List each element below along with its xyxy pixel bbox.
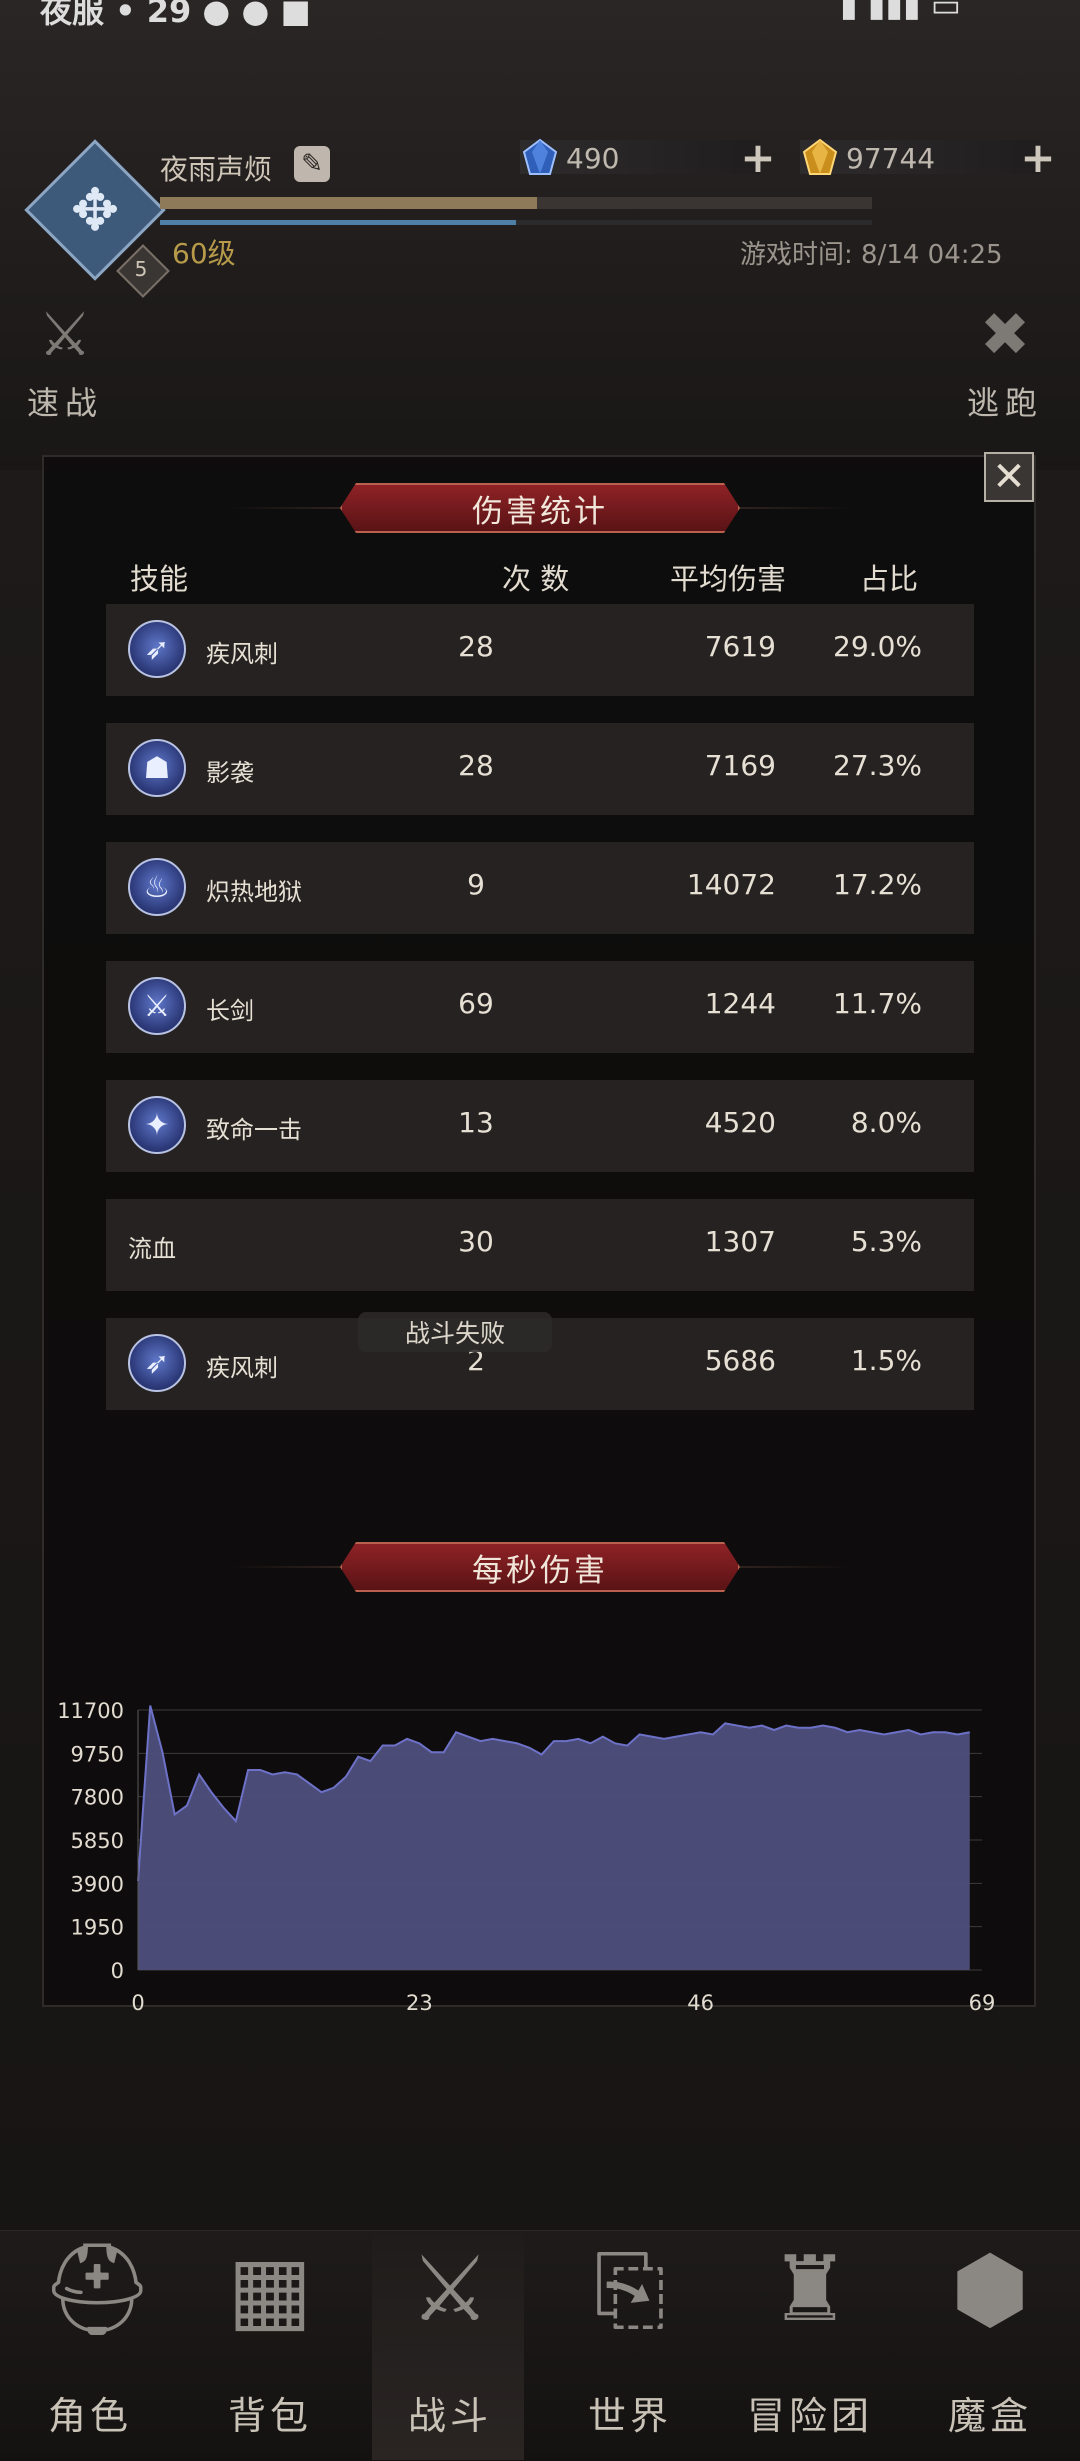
mp-bar: [160, 220, 872, 225]
y-tick-label: 9750: [71, 1742, 124, 1766]
add-gold-button[interactable]: +: [1018, 137, 1058, 179]
cross-icon: ✖: [979, 300, 1031, 370]
y-tick-label: 3900: [71, 1872, 124, 1896]
skill-row[interactable]: ♨ 炽热地狱 9 14072 17.2%: [106, 842, 974, 934]
nav-label: 冒险团: [746, 2394, 873, 2438]
diamond-amount: 490: [566, 142, 620, 175]
x-tick-label: 0: [131, 1991, 144, 2015]
x-tick-label: 46: [687, 1991, 714, 2015]
player-level: 60级: [172, 237, 236, 270]
game-time: 游戏时间: 8/14 04:25: [740, 240, 1003, 270]
skill-row[interactable]: ✦ 致命一击 13 4520 8.0%: [106, 1080, 974, 1172]
status-bar-left: 夜服 • 29 ● ● ■: [40, 0, 311, 30]
gold-amount: 97744: [846, 142, 936, 175]
status-bar-right: ▮ ▮▮▮ ▭: [840, 0, 962, 24]
diamond-currency: 490 +: [520, 137, 782, 179]
dps-chart: 0 1950 3900 5850 7800 9750 11700 0 23 46 69: [57, 1699, 996, 2015]
skill-percent: 27.3%: [833, 749, 922, 782]
header-skill: 技能: [130, 562, 189, 596]
speed-battle-label: 速战: [26, 384, 103, 422]
header-percent: 占比: [860, 562, 919, 596]
edit-name-icon[interactable]: ✎: [294, 146, 330, 182]
map-scroll-icon: ⎘: [594, 2237, 666, 2342]
nav-item-battle[interactable]: ⚔ 战斗: [365, 2235, 535, 2455]
close-button[interactable]: ✕: [984, 452, 1034, 502]
player-name: 夜雨声烦: [160, 153, 273, 186]
magic-cube-icon: ⬢: [950, 2237, 1030, 2342]
nav-label: 世界: [587, 2394, 672, 2438]
skill-percent: 11.7%: [833, 987, 922, 1020]
nav-item-magic-box[interactable]: ⬢ 魔盒: [905, 2235, 1075, 2455]
speed-battle-button[interactable]: ⚔ 速战: [10, 300, 120, 430]
skill-percent: 17.2%: [833, 868, 922, 901]
close-icon: ✕: [992, 454, 1026, 500]
gold-gem-icon: [802, 138, 838, 175]
y-tick-label: 1950: [71, 1916, 124, 1940]
nav-label: 角色: [47, 2394, 132, 2438]
xp-bar-fill: [160, 197, 538, 209]
xp-bar: [160, 197, 872, 209]
helmet-icon: ⛑: [40, 2237, 155, 2342]
y-tick-label: 0: [111, 1959, 124, 1983]
nav-item-world[interactable]: ⎘ 世界: [545, 2235, 715, 2455]
y-tick-label: 5850: [71, 1829, 124, 1853]
stats-title-ribbon: 伤害统计: [230, 483, 850, 533]
skill-row[interactable]: 流血 30 1307 5.3%: [106, 1199, 974, 1291]
header-count: 次 数: [502, 562, 570, 596]
nav-label: 战斗: [407, 2394, 492, 2438]
sword-icon: ⚔: [38, 300, 92, 370]
dps-title-ribbon: 每秒伤害: [230, 1542, 850, 1592]
skill-percent: 29.0%: [833, 630, 922, 663]
skill-row[interactable]: ⚔ 长剑 69 1244 11.7%: [106, 961, 974, 1053]
header-avg-damage: 平均伤害: [670, 562, 787, 596]
x-tick-label: 69: [969, 1991, 996, 2015]
nav-item-backpack[interactable]: ▦ 背包: [185, 2235, 355, 2455]
stats-title: 伤害统计: [340, 483, 740, 533]
flee-button[interactable]: ✖ 逃跑: [950, 300, 1060, 430]
nav-label: 魔盒: [947, 2394, 1032, 2438]
y-tick-label: 7800: [71, 1786, 124, 1810]
nav-item-character[interactable]: ⛑ 角色: [5, 2235, 175, 2455]
mp-bar-fill: [160, 220, 516, 225]
dps-title: 每秒伤害: [340, 1542, 740, 1592]
rank-badge-number: 5: [134, 257, 148, 281]
castle-icon: ♜: [769, 2237, 851, 2342]
battle-failed-toast: 战斗失败: [358, 1312, 552, 1352]
skill-row[interactable]: ➶ 疾风刺 28 7619 29.0%: [106, 604, 974, 696]
skill-percent: 8.0%: [850, 1106, 922, 1139]
swords-icon: ⚔: [409, 2237, 491, 2342]
nav-item-adventure-group[interactable]: ♜ 冒险团: [725, 2235, 895, 2455]
nav-label: 背包: [227, 2394, 312, 2438]
x-tick-label: 23: [406, 1991, 433, 2015]
skill-row[interactable]: ☗ 影袭 28 7169 27.3%: [106, 723, 974, 815]
dps-area: [138, 1705, 970, 1970]
blue-gem-icon: [522, 138, 558, 175]
gold-currency: 97744 +: [800, 137, 1062, 179]
backpack-icon: ▦: [227, 2237, 313, 2342]
y-tick-label: 11700: [57, 1699, 124, 1723]
add-diamond-button[interactable]: +: [738, 137, 778, 179]
flee-label: 逃跑: [966, 384, 1043, 422]
skill-percent: 5.3%: [850, 1225, 922, 1258]
